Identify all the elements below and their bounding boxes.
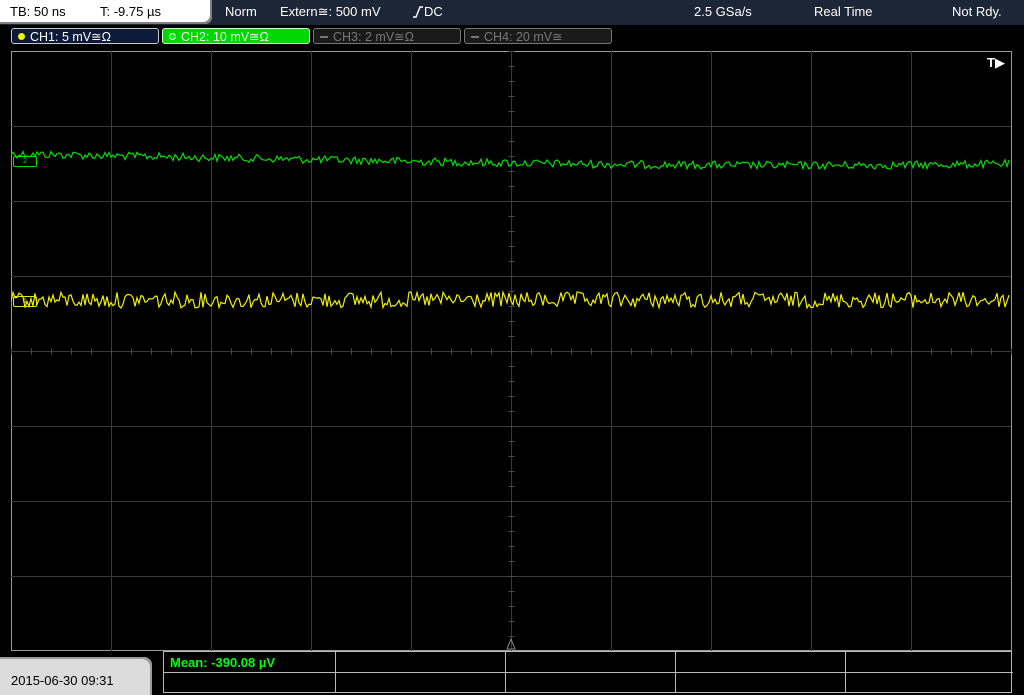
channel-2-button[interactable]: CH2: 10 mV≅Ω bbox=[162, 28, 310, 44]
channel-4-button[interactable]: CH4: 20 mV≅ bbox=[464, 28, 612, 44]
measurement-divider bbox=[675, 652, 676, 693]
channel-2-indicator-icon bbox=[169, 33, 176, 40]
waveform-display[interactable]: T▶ 2 1 bbox=[11, 51, 1012, 651]
channel-4-label: CH4: 20 mV≅ bbox=[484, 30, 563, 44]
mean-measurement: Mean: -390.08 µV bbox=[170, 655, 276, 670]
measurement-divider bbox=[164, 672, 1013, 673]
timebase-panel[interactable]: TB: 50 ns T: -9.75 µs bbox=[0, 0, 212, 24]
measurement-divider bbox=[335, 652, 336, 693]
waveform-grid bbox=[11, 51, 1012, 651]
channel-3-button[interactable]: CH3: 2 mV≅Ω bbox=[313, 28, 461, 44]
trigger-time-value: T: -9.75 µs bbox=[100, 4, 161, 19]
channel-2-ground-marker[interactable]: 2 bbox=[13, 156, 37, 167]
trigger-coupling[interactable]: DC bbox=[424, 4, 443, 19]
channel-2-label: CH2: 10 mV≅Ω bbox=[181, 30, 269, 44]
status-bar: TB: 50 ns T: -9.75 µs Norm Extern≅: 500 … bbox=[0, 0, 1024, 25]
measurement-divider bbox=[505, 652, 506, 693]
run-state: Not Rdy. bbox=[952, 4, 1002, 19]
measurement-panel[interactable]: Mean: -390.08 µV bbox=[163, 651, 1013, 693]
trigger-mode[interactable]: Norm bbox=[225, 4, 257, 19]
measurement-divider bbox=[845, 652, 846, 693]
channel-3-off-icon bbox=[320, 36, 328, 38]
channel-1-indicator-icon bbox=[18, 33, 25, 40]
timebase-value: TB: 50 ns bbox=[10, 4, 66, 19]
channel-1-label: CH1: 5 mV≅Ω bbox=[30, 30, 111, 44]
datetime: 2015-06-30 09:31 bbox=[11, 673, 114, 688]
datetime-panel: 2015-06-30 09:31 bbox=[0, 657, 152, 695]
channel-bar: CH1: 5 mV≅Ω CH2: 10 mV≅Ω CH3: 2 mV≅Ω CH4… bbox=[0, 25, 1024, 49]
trigger-source[interactable]: Extern≅: 500 mV bbox=[280, 4, 381, 20]
channel-4-off-icon bbox=[471, 36, 479, 38]
channel-1-ground-marker[interactable]: 1 bbox=[13, 296, 37, 307]
channel-3-label: CH3: 2 mV≅Ω bbox=[333, 30, 414, 44]
trigger-marker: T▶ bbox=[987, 55, 1005, 70]
channel-1-button[interactable]: CH1: 5 mV≅Ω bbox=[11, 28, 159, 44]
acquisition-mode[interactable]: Real Time bbox=[814, 4, 873, 19]
sample-rate[interactable]: 2.5 GSa/s bbox=[694, 4, 752, 19]
